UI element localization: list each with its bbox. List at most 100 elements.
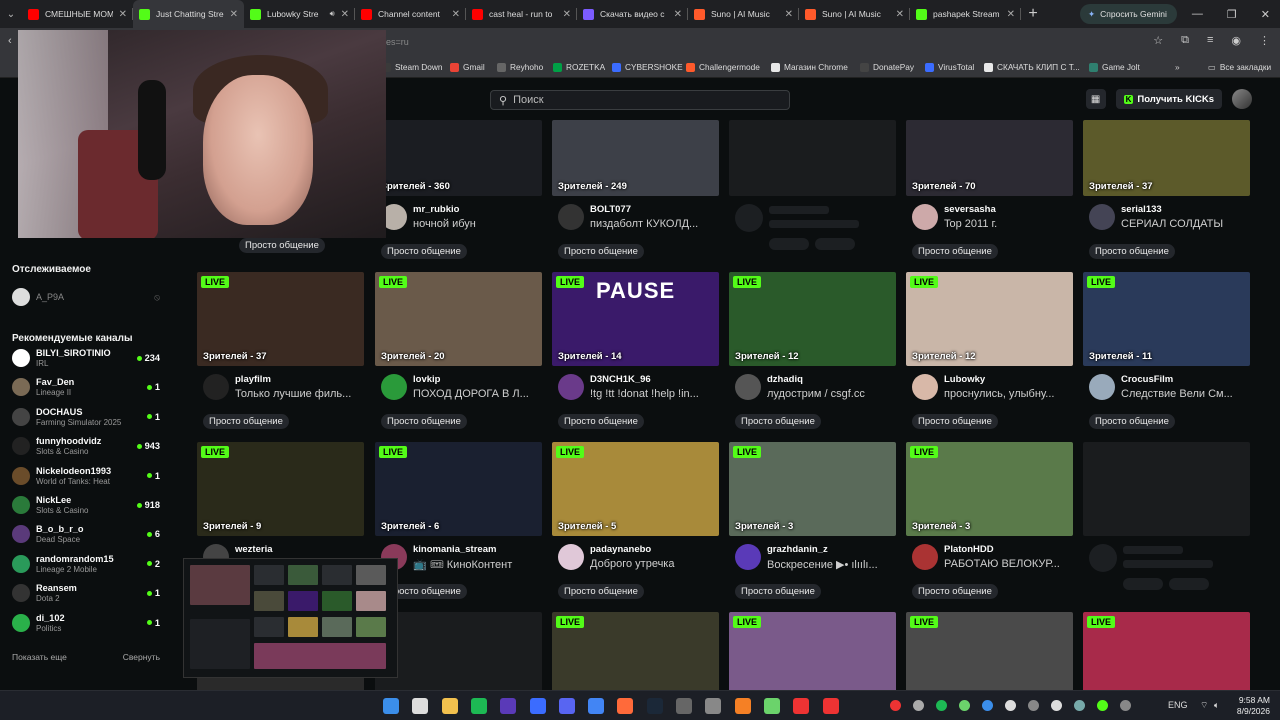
stream-card[interactable]: LIVE Зрителей - 20 lovkip ПОХОД ДОРОГА В Л.… — [375, 272, 542, 429]
stream-card[interactable]: Зрителей - 249 BOLT077 пиздаболт КУКОЛД...… — [552, 120, 719, 259]
stream-title[interactable]: лудострим / csgf.cc — [767, 388, 895, 400]
avatar[interactable] — [558, 374, 584, 400]
streamer-name[interactable]: lovkip — [413, 374, 440, 385]
stream-card[interactable]: LIVE Зрителей - 6 kinomania_stream 📺 🎟 Кино… — [375, 442, 542, 599]
tray-icon[interactable] — [1074, 700, 1085, 711]
stream-thumbnail[interactable]: LIVE Зрителей - 11 — [1083, 272, 1250, 366]
stream-card[interactable]: LIVE — [729, 612, 896, 690]
category-tag[interactable]: Просто общение — [912, 584, 998, 599]
avatar[interactable] — [912, 544, 938, 570]
category-tag[interactable]: Просто общение — [558, 414, 644, 429]
wifi-icon[interactable]: ⌔ — [1200, 700, 1208, 711]
streamer-name[interactable]: serial133 — [1121, 204, 1162, 215]
bookmark-item[interactable]: ROZETKA — [553, 60, 605, 74]
tab-close-icon[interactable]: ✕ — [563, 9, 571, 20]
stream-thumbnail[interactable]: Зрителей - 37 — [1083, 120, 1250, 196]
browser-tab[interactable]: cast heal - run to ✕ — [466, 0, 577, 28]
stream-card[interactable]: Зрителей - 360 mr_rubkio ночной ибун Просто… — [375, 120, 542, 259]
library-icon[interactable]: ▦ — [1085, 89, 1106, 109]
stream-thumbnail[interactable]: Зрителей - 70 — [906, 120, 1073, 196]
stream-card[interactable]: LIVE Зрителей - 11 CrocusFilm Следствие Вел… — [1083, 272, 1250, 429]
sidebar-channel[interactable]: Reansem Dota 2 1 — [12, 579, 160, 607]
stream-card[interactable]: LIVE — [906, 612, 1073, 690]
category-tag[interactable]: Просто общение — [558, 244, 644, 259]
stream-card[interactable]: LIVE Зрителей - 5 padaynanebo Доброго утреч… — [552, 442, 719, 599]
category-tag[interactable]: Просто общение — [912, 244, 998, 259]
avatar[interactable] — [558, 204, 584, 230]
browser-tab[interactable]: Just Chatting Stre ✕ — [133, 0, 244, 28]
tray-icon[interactable] — [982, 700, 993, 711]
streamer-name[interactable]: grazhdanin_z — [767, 544, 828, 555]
stream-thumbnail[interactable]: LIVE — [1083, 612, 1250, 690]
user-avatar[interactable] — [1232, 89, 1252, 109]
tab-close-icon[interactable]: ✕ — [119, 9, 127, 20]
tab-search-icon[interactable]: ⌄ — [0, 0, 22, 28]
stream-thumbnail[interactable]: LIVE Зрителей - 3 — [906, 442, 1073, 536]
stream-thumbnail[interactable]: LIVE Зрителей - 5 — [552, 442, 719, 536]
tray-icon[interactable] — [1051, 700, 1062, 711]
avatar[interactable] — [381, 374, 407, 400]
bookmark-item[interactable]: Game Jolt — [1089, 60, 1140, 74]
taskbar-app-icon[interactable] — [734, 698, 751, 714]
stream-thumbnail[interactable]: Зрителей - 360 — [375, 120, 542, 196]
bookmark-item[interactable]: DonatePay — [860, 60, 914, 74]
sidebar-channel[interactable]: NickLee Slots & Casino 918 — [12, 491, 160, 519]
stream-card[interactable] — [729, 120, 896, 250]
bookmark-item[interactable]: Reyhoho — [497, 60, 543, 74]
sidebar-channel[interactable]: di_102 Politics 1 — [12, 609, 160, 637]
stream-title[interactable]: пиздаболт КУКОЛД... — [590, 218, 718, 230]
stream-card[interactable]: Зрителей - 37 serial133 СЕРИАЛ СОЛДАТЫ Прос… — [1083, 120, 1250, 259]
bookmark-item[interactable]: СКАЧАТЬ КЛИП С Т... — [984, 60, 1080, 74]
stream-thumbnail[interactable]: LIVE Зрителей - 37 — [197, 272, 364, 366]
get-kicks-button[interactable]: K Получить KICKs — [1115, 89, 1222, 109]
close-window-button[interactable]: ✕ — [1261, 8, 1270, 21]
streamer-name[interactable]: D3NCH1K_96 — [590, 374, 651, 385]
sidebar-channel[interactable]: Nickelodeon1993 World of Tanks: Heat 1 — [12, 462, 160, 490]
browser-tab[interactable]: pashapek Stream ✕ — [910, 0, 1021, 28]
sidebar-channel[interactable]: BILYI_SIROTINIO IRL 234 — [12, 344, 160, 372]
tab-close-icon[interactable]: ✕ — [674, 9, 682, 20]
stream-card[interactable]: Зрителей - 70 seversasha Top 2011 г. Просто… — [906, 120, 1073, 259]
stream-thumbnail[interactable]: LIVE Зрителей - 12 — [729, 272, 896, 366]
stream-title[interactable]: СЕРИАЛ СОЛДАТЫ — [1121, 218, 1249, 230]
taskbar-app-icon[interactable] — [500, 698, 517, 714]
ask-gemini-button[interactable]: ✦ Спросить Gemini — [1080, 4, 1177, 24]
tab-close-icon[interactable]: ✕ — [785, 9, 793, 20]
avatar[interactable] — [912, 374, 938, 400]
avatar[interactable] — [203, 374, 229, 400]
tray-icon[interactable] — [1120, 700, 1131, 711]
category-tag[interactable]: Просто общение — [912, 414, 998, 429]
new-tab-button[interactable]: + — [1021, 5, 1045, 23]
stream-thumbnail[interactable]: LIVE Зрителей - 3 — [729, 442, 896, 536]
media-icon[interactable]: ≡ — [1207, 34, 1213, 47]
minimize-button[interactable]: — — [1192, 8, 1203, 20]
stream-card[interactable]: LIVE Зрителей - 3 PlatonHDD РАБОТАЮ ВЕЛОКУР… — [906, 442, 1073, 599]
avatar[interactable] — [735, 544, 761, 570]
stream-thumbnail[interactable]: LIVE — [906, 612, 1073, 690]
avatar[interactable] — [912, 204, 938, 230]
avatar[interactable] — [1089, 204, 1115, 230]
tray-icon[interactable] — [959, 700, 970, 711]
volume-icon[interactable]: 🔈︎ — [1214, 700, 1219, 711]
category-tag[interactable]: Просто общение — [558, 584, 644, 599]
stream-card[interactable]: LIVE — [1083, 612, 1250, 690]
taskbar-app-icon[interactable] — [617, 698, 634, 714]
taskbar-app-icon[interactable] — [529, 698, 546, 714]
browser-tab[interactable]: Lubowky Stre 🔊︎ ✕ — [244, 0, 355, 28]
all-bookmarks[interactable]: ▭ Все закладки — [1208, 60, 1271, 74]
stream-thumbnail[interactable]: LIVE Зрителей - 6 — [375, 442, 542, 536]
back-button[interactable]: ‹ — [8, 35, 12, 47]
tab-close-icon[interactable]: ✕ — [896, 9, 904, 20]
stream-thumbnail[interactable]: LIVE PAUSE Зрителей - 14 — [552, 272, 719, 366]
stream-card[interactable]: LIVE Зрителей - 37 playfilm Только лучшие ф… — [197, 272, 364, 429]
avatar[interactable] — [1089, 374, 1115, 400]
bookmark-item[interactable]: Магазин Chrome — [771, 60, 848, 74]
bookmarks-overflow[interactable]: » — [1175, 60, 1180, 74]
audio-icon[interactable]: 🔊︎ — [330, 9, 335, 19]
streamer-name[interactable]: PlatonHDD — [944, 544, 994, 555]
browser-tab[interactable]: СМЕШНЫЕ МОМ ✕ — [22, 0, 133, 28]
category-tag[interactable]: Просто общение — [203, 414, 289, 429]
taskbar-app-icon[interactable] — [383, 698, 399, 714]
stream-title[interactable]: Top 2011 г. — [944, 218, 1072, 230]
sidebar-channel[interactable]: funnyhoodvidz Slots & Casino 943 — [12, 432, 160, 460]
